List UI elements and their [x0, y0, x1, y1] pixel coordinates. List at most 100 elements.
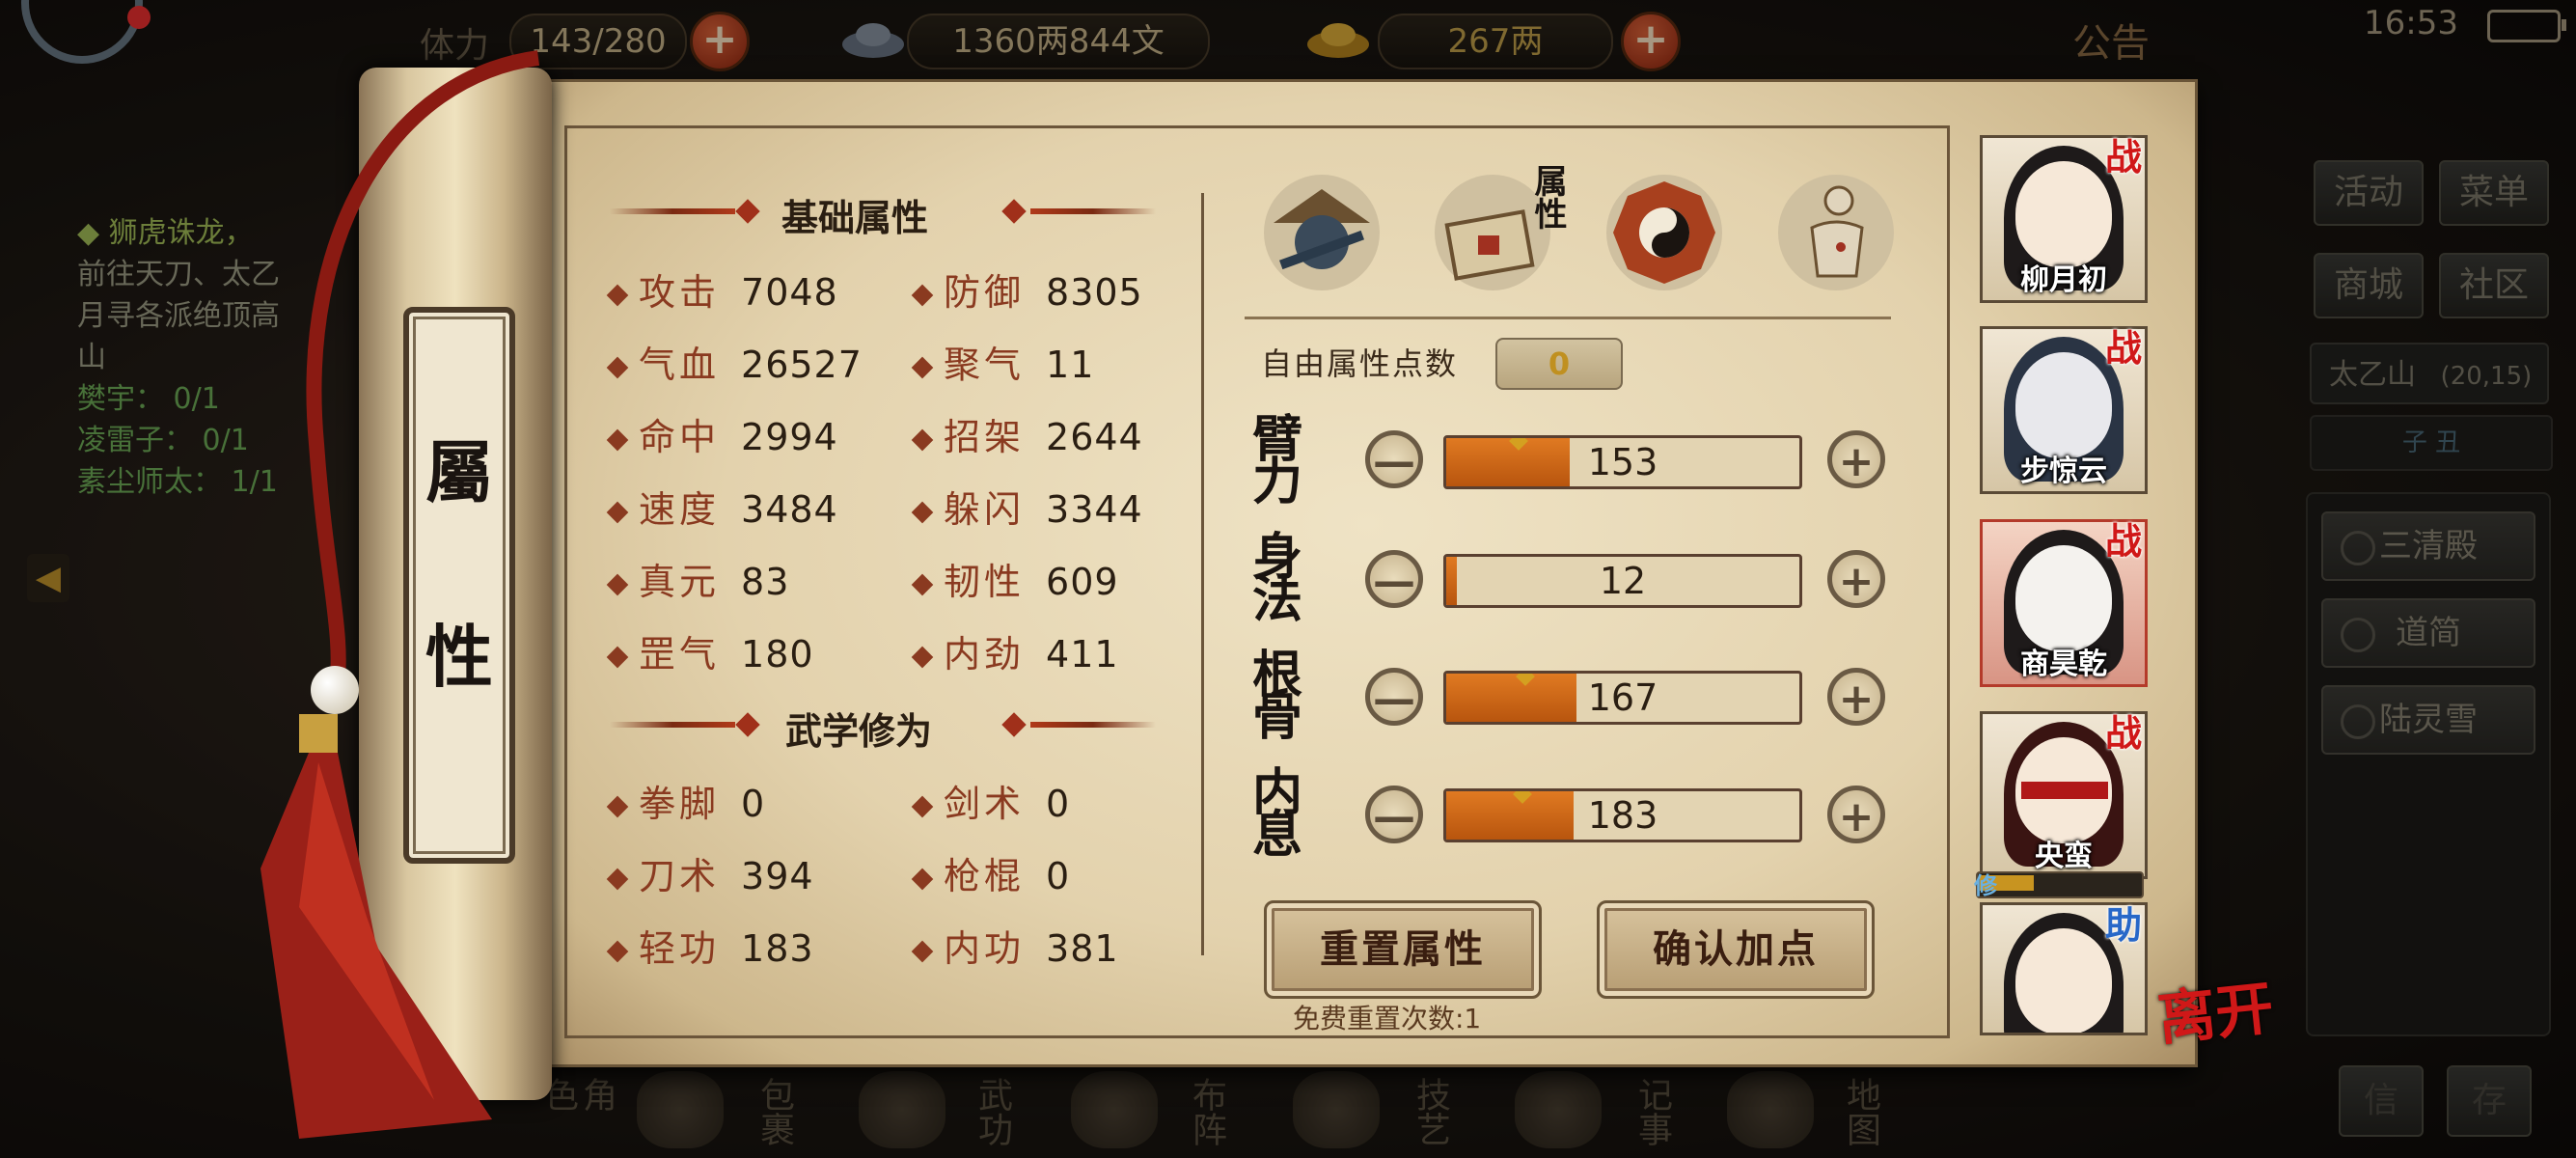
attr-label: 身法 — [1252, 528, 1303, 629]
stat-value: 0 — [1046, 783, 1071, 825]
stat-value: 183 — [741, 927, 814, 970]
stat-value: 411 — [1046, 633, 1119, 676]
stat-inner-art: 内功 381 — [911, 919, 1119, 972]
blindfold — [2021, 782, 2108, 799]
attr-label: 内息 — [1252, 763, 1303, 865]
portrait-mask — [2015, 352, 2112, 458]
basic-attributes-header: 基础属性 — [781, 197, 929, 239]
reset-attributes-button[interactable]: 重置属性 — [1264, 900, 1542, 999]
stat-lightness: 轻功 183 — [606, 919, 814, 972]
party-name: 步惊云 — [2020, 455, 2107, 488]
constitution-bar: 167 — [1443, 671, 1802, 725]
stat-label: 内功 — [944, 927, 1026, 970]
portrait-face — [2015, 928, 2112, 1033]
attr-label: 根骨 — [1252, 646, 1303, 747]
tab-meridian-icon[interactable] — [1773, 170, 1899, 295]
tassel-cord-icon — [306, 50, 540, 697]
stat-value: 3484 — [741, 488, 838, 531]
stat-value: 381 — [1046, 927, 1119, 970]
tab-attributes-label: 属性 — [1528, 164, 1567, 230]
attr-value: 167 — [1587, 676, 1658, 719]
stat-value: 2994 — [741, 416, 838, 458]
party-name: 柳月初 — [2020, 263, 2107, 297]
decrease-constitution-button[interactable]: — — [1365, 668, 1423, 726]
stat-value: 180 — [741, 633, 814, 676]
stat-label: 拳脚 — [639, 783, 721, 825]
ornament-line — [1030, 722, 1156, 728]
attr-value: 153 — [1587, 441, 1658, 483]
stat-defense: 防御 8305 — [911, 262, 1143, 316]
panel-divider — [1201, 193, 1204, 955]
stat-dodge: 躲闪 3344 — [911, 480, 1143, 533]
increase-agility-button[interactable]: + — [1827, 550, 1885, 608]
portrait-mask — [2015, 545, 2112, 651]
stat-label: 聚气 — [944, 344, 1026, 386]
tab-swordsman-icon[interactable] — [1259, 170, 1384, 295]
stat-value: 0 — [741, 783, 766, 825]
tab-underline — [1245, 317, 1891, 319]
stat-value: 394 — [741, 855, 814, 897]
martial-cultivation-header: 武学修为 — [785, 710, 933, 753]
stat-label: 躲闪 — [944, 488, 1026, 531]
portrait-face — [2015, 161, 2112, 267]
battle-badge: 战 — [2105, 326, 2143, 370]
stat-label: 防御 — [944, 271, 1026, 314]
party-name: 商昊乾 — [2020, 648, 2107, 681]
stat-label: 真元 — [639, 561, 721, 603]
stat-label: 攻击 — [639, 271, 721, 314]
increase-constitution-button[interactable]: + — [1827, 668, 1885, 726]
stat-value: 609 — [1046, 561, 1119, 603]
stat-label: 枪棍 — [944, 855, 1026, 897]
stat-fist: 拳脚 0 — [606, 774, 766, 827]
stat-value: 11 — [1046, 344, 1095, 386]
confirm-points-button[interactable]: 确认加点 — [1597, 900, 1875, 999]
stat-value: 83 — [741, 561, 790, 603]
stat-value: 3344 — [1046, 488, 1143, 531]
attr-value: 183 — [1587, 794, 1658, 837]
stat-speed: 速度 3484 — [606, 480, 838, 533]
battle-badge: 战 — [2105, 711, 2143, 755]
stat-label: 内劲 — [944, 633, 1026, 676]
increase-strength-button[interactable]: + — [1827, 430, 1885, 488]
stat-label: 速度 — [639, 488, 721, 531]
free-reset-count: 免费重置次数:1 — [1293, 1003, 1482, 1034]
assist-badge: 助 — [2105, 903, 2143, 947]
free-points-label: 自由属性点数 — [1261, 345, 1459, 382]
stat-value: 2644 — [1046, 416, 1143, 458]
attr-value: 12 — [1599, 560, 1647, 602]
stat-label: 韧性 — [944, 561, 1026, 603]
stat-blade: 刀术 394 — [606, 846, 814, 899]
tab-bagua-icon[interactable] — [1602, 170, 1727, 295]
stat-parry: 招架 2644 — [911, 407, 1143, 460]
stat-sword: 剑术 0 — [911, 774, 1071, 827]
stat-hp: 气血 26527 — [606, 335, 863, 388]
decrease-agility-button[interactable]: — — [1365, 550, 1423, 608]
cultivation-label: 修 — [1974, 872, 1997, 899]
cultivation-bar — [1976, 871, 2144, 898]
stat-attack: 攻击 7048 — [606, 262, 838, 316]
stat-label: 罡气 — [639, 633, 721, 676]
ornament-line — [610, 722, 735, 728]
battle-badge: 战 — [2105, 135, 2143, 179]
stat-label: 剑术 — [944, 783, 1026, 825]
stat-value: 26527 — [741, 344, 863, 386]
ornament-line — [1030, 208, 1156, 214]
increase-breath-button[interactable]: + — [1827, 786, 1885, 843]
attr-label: 臂力 — [1252, 410, 1303, 511]
stat-label: 气血 — [639, 344, 721, 386]
stat-label: 招架 — [944, 416, 1026, 458]
stat-spear: 枪棍 0 — [911, 846, 1070, 899]
decrease-strength-button[interactable]: — — [1365, 430, 1423, 488]
leave-button[interactable]: 离开 — [2153, 961, 2277, 1057]
stat-label: 刀术 — [639, 855, 721, 897]
free-points-value: 0 — [1495, 338, 1623, 390]
stat-inner-force: 内劲 411 — [911, 624, 1119, 677]
stat-true-energy: 真元 83 — [606, 552, 790, 605]
breath-bar: 183 — [1443, 788, 1802, 842]
stat-hit: 命中 2994 — [606, 407, 838, 460]
red-tassel-icon — [260, 714, 492, 1139]
battle-badge: 战 — [2105, 519, 2143, 563]
stat-label: 命中 — [639, 416, 721, 458]
stat-toughness: 韧性 609 — [911, 552, 1119, 605]
decrease-breath-button[interactable]: — — [1365, 786, 1423, 843]
